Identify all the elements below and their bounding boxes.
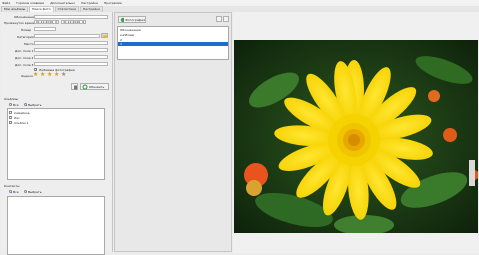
menu-settings[interactable]: Настройки [81, 1, 98, 5]
update-button-label: Обновить [89, 84, 105, 89]
contacts-radio-all[interactable] [9, 190, 12, 193]
extra3-label: Доп. поле 3 [15, 63, 34, 67]
number-label: Номер [21, 28, 32, 32]
albums-radio-selected[interactable] [24, 103, 27, 106]
date-from-input[interactable]: 01.12.2016 [34, 20, 56, 24]
albums-list[interactable]: Семейное Лес Альбом 1 [7, 108, 105, 180]
list-options-button[interactable] [216, 16, 222, 22]
album-checkbox-1[interactable] [9, 111, 12, 114]
rating-star-1[interactable]: ★ [33, 72, 38, 78]
rating-star-2[interactable]: ★ [40, 72, 45, 78]
refresh-icon [82, 84, 88, 89]
album-item-3: Альбом 1 [14, 121, 29, 125]
photo-preview [234, 40, 478, 233]
extra2-input[interactable] [34, 55, 108, 59]
albums-radio-all[interactable] [9, 103, 12, 106]
contacts-title: Контакты [4, 184, 20, 188]
extra1-input[interactable] [34, 48, 108, 52]
place-input[interactable] [34, 41, 108, 45]
update-button[interactable]: Обновить [80, 83, 109, 90]
preview-scrollbar[interactable] [469, 160, 475, 186]
rating-star-5[interactable]: ★ [61, 72, 66, 78]
number-input[interactable] [34, 27, 56, 31]
category-label: Категория [17, 35, 34, 39]
flower-photo [234, 40, 478, 233]
rating-star-4[interactable]: ★ [54, 72, 59, 78]
search-panel: Обозначение Промежуток времени 01.12.201… [1, 12, 113, 255]
menu-additional[interactable]: Дополнительно [50, 1, 75, 5]
photo-list-header: Обозначение [120, 28, 141, 32]
category-browse-button[interactable] [101, 33, 108, 38]
album-item-2: Лес [14, 116, 20, 120]
contacts-radio-all-label: Все [13, 190, 19, 194]
name-input[interactable] [34, 15, 108, 19]
photo-preview-panel [233, 12, 479, 253]
albums-radio-selected-label: Выбрать [28, 103, 42, 107]
rating-label: Оценка [21, 74, 33, 78]
menu-hotkeys[interactable]: Горячие клавиши [16, 1, 44, 5]
add-photo-icon [120, 17, 125, 22]
photo-list-item-3: 3 [120, 42, 122, 46]
rating-star-3[interactable]: ★ [47, 72, 52, 78]
place-label: Место [24, 42, 34, 46]
photo-button[interactable]: Фотография [118, 16, 146, 23]
date-to-input[interactable]: 31.12.2016 [61, 20, 83, 24]
name-label: Обозначение [14, 15, 35, 19]
photo-list-panel: Фотография Обозначение sunflower 2 3 [114, 12, 232, 252]
folder-icon [103, 35, 108, 38]
photo-list[interactable]: Обозначение sunflower 2 3 [117, 26, 229, 60]
clear-button[interactable] [71, 83, 78, 90]
menu-program[interactable]: Программа [104, 1, 122, 5]
list-view-button[interactable] [223, 16, 229, 22]
contacts-radio-selected[interactable] [24, 190, 27, 193]
albums-title: Альбомы [4, 97, 19, 101]
albums-radio-all-label: Все [13, 103, 19, 107]
contacts-radio-selected-label: Выбрать [28, 190, 42, 194]
photo-button-label: Фотография [125, 17, 145, 22]
date-to-picker[interactable] [83, 20, 86, 24]
extra1-label: Доп. поле 1 [15, 49, 34, 53]
date-from-picker[interactable] [56, 20, 59, 24]
extra2-label: Доп. поле 2 [15, 56, 34, 60]
photo-list-item-selected[interactable]: 3 [118, 42, 228, 46]
trash-icon [74, 85, 77, 90]
category-select[interactable] [34, 34, 100, 38]
extra3-input[interactable] [34, 62, 108, 66]
menu-file[interactable]: Файл [2, 1, 10, 5]
album-checkbox-3[interactable] [9, 121, 12, 124]
contacts-list[interactable] [7, 196, 105, 255]
album-checkbox-2[interactable] [9, 116, 12, 119]
album-item-1: Семейное [14, 111, 30, 115]
photo-list-item-1[interactable]: sunflower [120, 33, 135, 37]
